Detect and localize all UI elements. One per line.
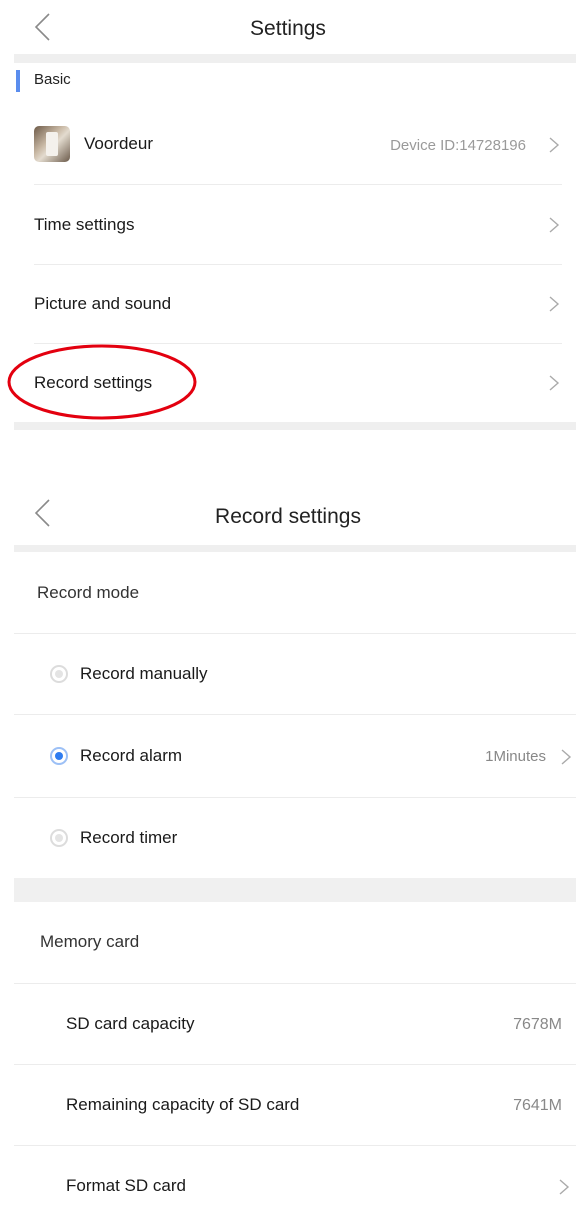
record-alarm-option[interactable]: Record alarm 1Minutes [14, 715, 576, 797]
radio-icon[interactable] [50, 665, 68, 683]
header-divider [14, 545, 576, 552]
section-divider-bar [14, 422, 576, 430]
memory-card-heading: Memory card [40, 932, 140, 951]
settings-header: Settings [0, 0, 576, 54]
radio-icon[interactable] [50, 747, 68, 765]
chevron-right-icon [560, 748, 572, 766]
sd-remaining-row: Remaining capacity of SD card 7641M [14, 1065, 576, 1145]
format-sd-label: Format SD card [66, 1176, 186, 1195]
page-title: Settings [250, 17, 326, 40]
device-id: Device ID:14728196 [390, 137, 526, 154]
picture-sound-label: Picture and sound [34, 294, 172, 313]
sd-capacity-label: SD card capacity [66, 1014, 195, 1033]
record-manually-label: Record manually [80, 664, 208, 683]
section-label-basic: Basic [34, 71, 71, 88]
chevron-right-icon [548, 136, 560, 154]
format-sd-row[interactable]: Format SD card [14, 1146, 576, 1226]
device-thumbnail [34, 126, 70, 162]
device-row[interactable]: Voordeur Device ID:14728196 [14, 104, 576, 184]
sd-remaining-label: Remaining capacity of SD card [66, 1095, 300, 1114]
sd-capacity-value: 7678M [513, 1016, 562, 1033]
record-timer-option[interactable]: Record timer [14, 798, 576, 878]
header-divider [14, 54, 576, 63]
alarm-duration-value: 1Minutes [485, 748, 546, 765]
highlight-ellipse [7, 344, 197, 420]
chevron-right-icon [558, 1178, 570, 1196]
record-settings-header: Record settings [0, 490, 576, 544]
record-timer-label: Record timer [80, 828, 178, 847]
radio-icon[interactable] [50, 829, 68, 847]
sd-remaining-value: 7641M [513, 1097, 562, 1114]
chevron-right-icon [548, 374, 560, 392]
record-mode-heading: Record mode [37, 583, 140, 602]
time-settings-label: Time settings [34, 215, 135, 234]
device-name: Voordeur [84, 134, 153, 153]
picture-sound-row[interactable]: Picture and sound [14, 265, 576, 343]
time-settings-row[interactable]: Time settings [14, 185, 576, 264]
chevron-right-icon [548, 216, 560, 234]
chevron-right-icon [548, 295, 560, 313]
section-accent-bar [16, 70, 20, 92]
section-divider-bar [14, 878, 576, 902]
page-title: Record settings [215, 505, 361, 528]
record-alarm-label: Record alarm [80, 746, 183, 765]
record-manually-option[interactable]: Record manually [14, 634, 576, 714]
sd-capacity-row: SD card capacity 7678M [14, 984, 576, 1064]
